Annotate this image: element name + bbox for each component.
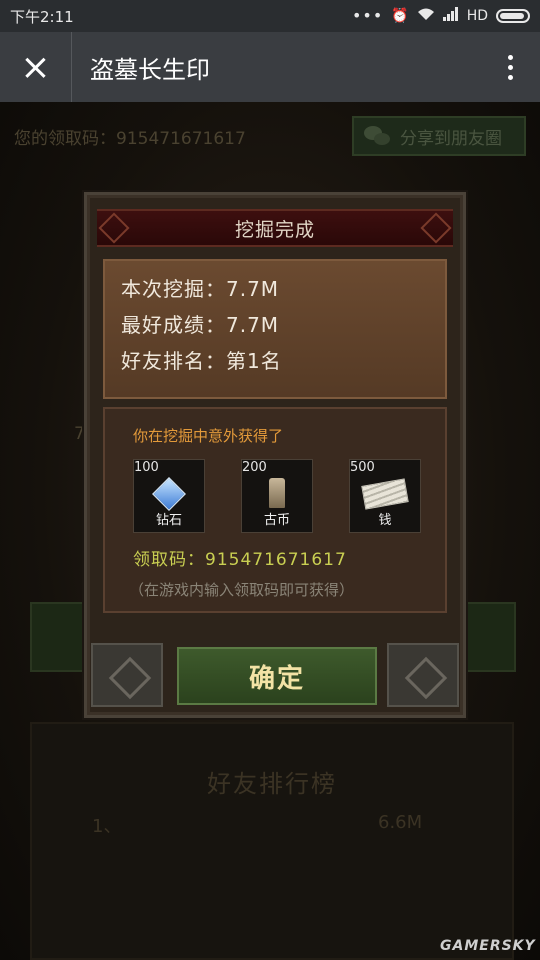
- close-icon: ×: [20, 46, 51, 88]
- cash-icon: [361, 478, 409, 510]
- reward-heading: 你在挖掘中意外获得了: [133, 427, 284, 445]
- more-menu-button[interactable]: [480, 32, 540, 102]
- reward-count: 200: [242, 460, 267, 475]
- watermark: GAMERSKY: [440, 938, 536, 954]
- dialog-title-bar: 挖掘完成: [97, 209, 453, 247]
- current-dig-result: 本次挖掘：7.7M: [121, 277, 280, 301]
- reward-count: 500: [350, 460, 375, 475]
- corner-ornament-icon: [387, 643, 459, 707]
- status-time: 下午2:11: [10, 7, 74, 26]
- friend-leaderboard: 好友排行榜 1、 6.6M: [30, 722, 514, 960]
- claim-code: 领取码：915471671617: [133, 550, 347, 570]
- reward-item-ancient-coin: 200 古币: [241, 459, 313, 533]
- friend-rank: 好友排名：第1名: [121, 349, 282, 373]
- corner-ornament-icon: [91, 643, 163, 707]
- notification-dots-icon: •••: [351, 6, 384, 25]
- ornament-icon: [98, 212, 130, 244]
- signal-icon: [442, 7, 459, 25]
- leaderboard-score: 6.6M: [378, 812, 423, 833]
- alarm-icon: ⏰: [391, 8, 409, 24]
- confirm-row: 确定: [87, 637, 463, 715]
- ornament-icon: [420, 212, 452, 244]
- wifi-icon: [417, 7, 435, 25]
- result-panel: 本次挖掘：7.7M 最好成绩：7.7M 好友排名：第1名: [103, 259, 447, 399]
- background-claim-code: 您的领取码：915471671617: [14, 129, 246, 149]
- dialog-title: 挖掘完成: [234, 218, 315, 241]
- ancient-coin-icon: [269, 478, 285, 508]
- wechat-icon: [364, 126, 390, 146]
- status-indicators: ••• ⏰ HD: [352, 7, 530, 25]
- reward-name: 古币: [263, 513, 290, 528]
- reward-panel: 你在挖掘中意外获得了 100 钻石 200 古币 500 钱 领取码：91547…: [103, 407, 447, 613]
- reward-count: 100: [134, 460, 159, 475]
- hd-indicator: HD: [466, 8, 488, 24]
- close-button[interactable]: ×: [0, 32, 72, 102]
- share-label: 分享到朋友圈: [400, 128, 502, 149]
- reward-name: 钻石: [155, 513, 182, 528]
- share-moments-button[interactable]: 分享到朋友圈: [352, 116, 526, 156]
- dig-complete-dialog: 挖掘完成 本次挖掘：7.7M 最好成绩：7.7M 好友排名：第1名 你在挖掘中意…: [84, 192, 466, 718]
- confirm-button[interactable]: 确定: [177, 647, 377, 705]
- claim-hint: （在游戏内输入领取码即可获得）: [129, 581, 355, 599]
- more-dot-icon: [507, 54, 513, 60]
- more-dot-icon: [507, 74, 513, 80]
- more-dot-icon: [507, 64, 513, 70]
- reward-item-cash: 500 钱: [349, 459, 421, 533]
- best-score: 最好成绩：7.7M: [121, 313, 280, 337]
- leaderboard-title: 好友排行榜: [207, 770, 337, 798]
- reward-item-diamond: 100 钻石: [133, 459, 205, 533]
- app-header: × 盗墓长生印: [0, 32, 540, 102]
- status-bar: 下午2:11 ••• ⏰ HD: [0, 0, 540, 32]
- reward-name: 钱: [378, 513, 392, 528]
- diamond-icon: [152, 477, 186, 511]
- background-left-button: [30, 602, 90, 672]
- page-title: 盗墓长生印: [90, 55, 210, 84]
- leaderboard-rank: 1、: [92, 816, 122, 837]
- battery-icon: [496, 9, 530, 23]
